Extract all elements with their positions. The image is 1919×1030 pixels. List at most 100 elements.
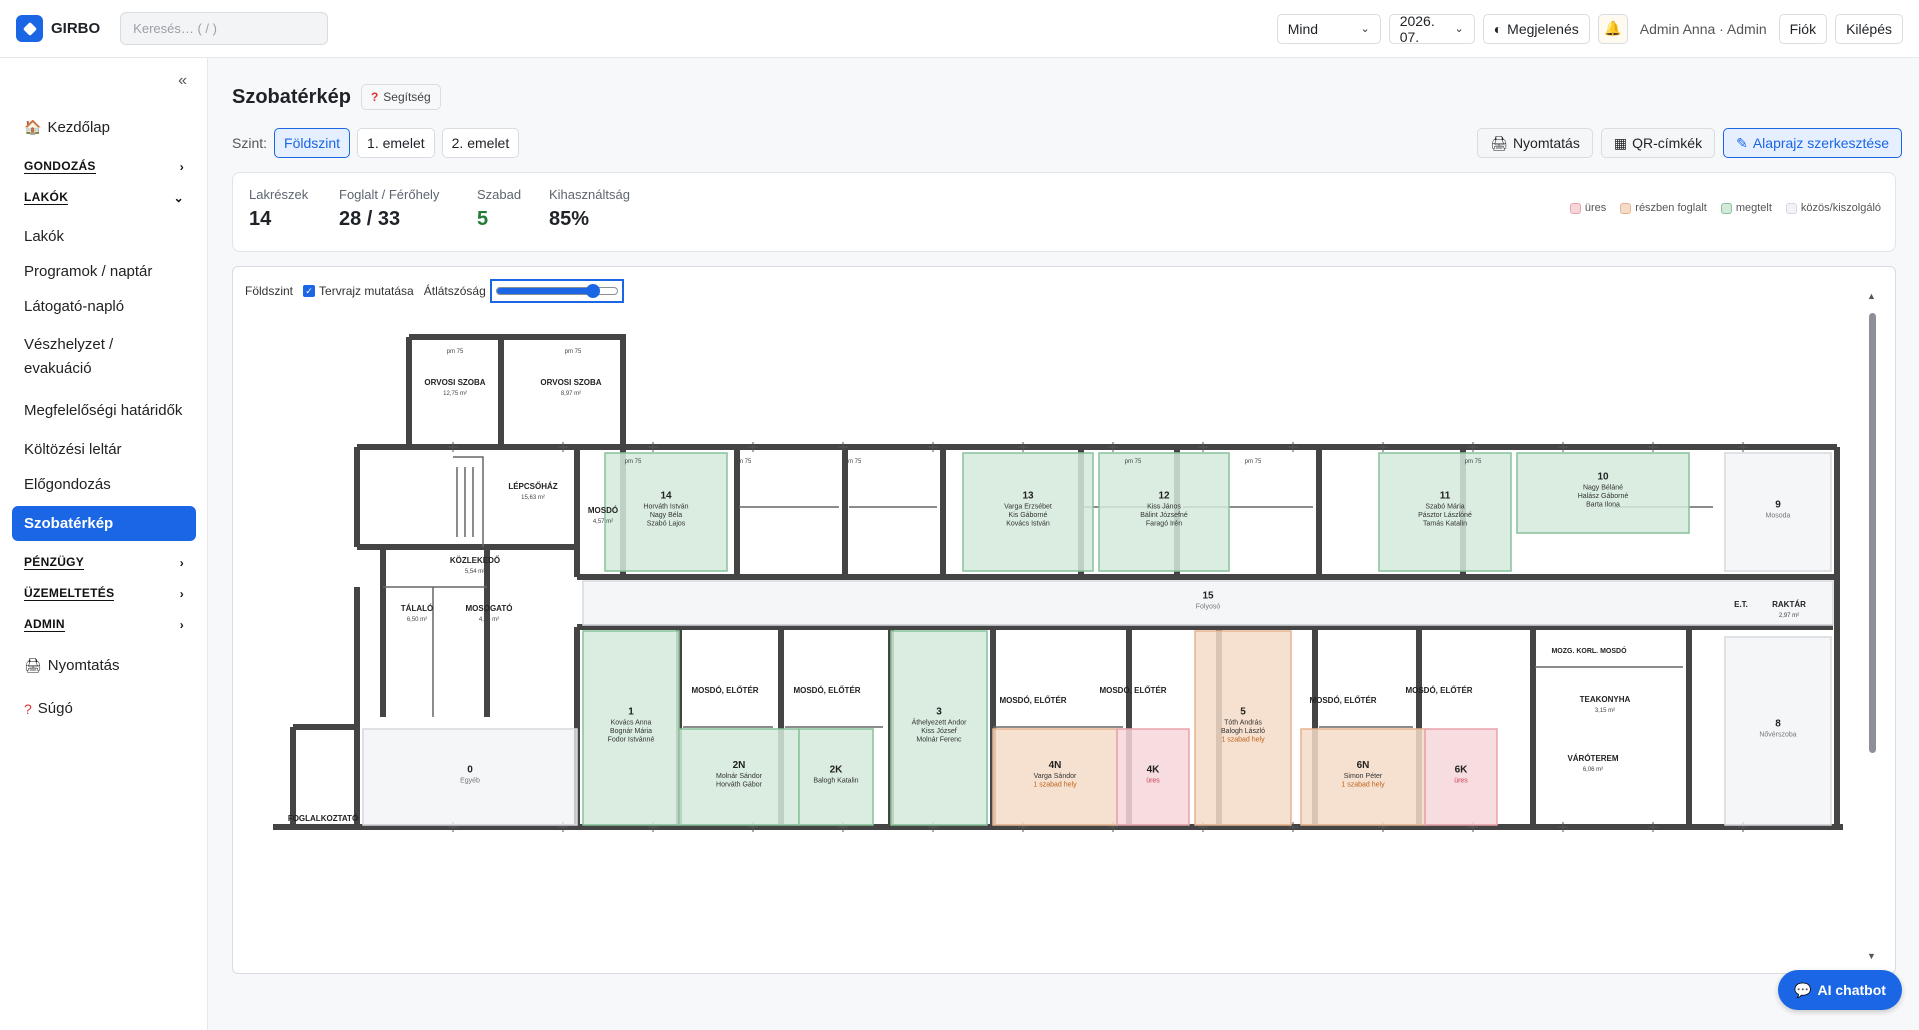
print-button[interactable]: 🖨 Nyomtatás bbox=[1477, 128, 1593, 158]
sidebar-item-programok[interactable]: Programok / naptár bbox=[12, 254, 196, 289]
room-6k[interactable]: 6K üres bbox=[1424, 728, 1498, 826]
question-icon: ? bbox=[370, 90, 379, 104]
room-number: 14 bbox=[660, 491, 672, 502]
room-number: 12 bbox=[1158, 491, 1170, 502]
notifications-button[interactable]: 🔔 bbox=[1597, 13, 1628, 44]
sidebar-item-home[interactable]: 🏠 Kezdőlap bbox=[12, 110, 196, 145]
dimension-mark bbox=[748, 442, 758, 452]
level-selector: Szint: Földszint 1. emelet 2. emelet bbox=[232, 128, 520, 158]
stat-label: Lakrészek bbox=[249, 187, 309, 202]
account-button[interactable]: Fiók bbox=[1778, 13, 1828, 44]
room-number: 1 bbox=[628, 707, 634, 718]
plan-label: KÖZLEKEDŐ bbox=[450, 556, 500, 565]
sidebar-section-admin[interactable]: ADMIN › bbox=[12, 609, 196, 640]
room-resident: Horváth Gábor bbox=[716, 782, 763, 789]
room-resident: Nagy Béla bbox=[650, 512, 682, 519]
legend-empty: üres bbox=[1569, 202, 1606, 214]
room-4n[interactable]: 4N Varga Sándor 1 szabad hely bbox=[992, 728, 1118, 826]
room-number: 8 bbox=[1775, 719, 1781, 730]
collapse-sidebar-icon[interactable]: « bbox=[178, 72, 187, 90]
room-3[interactable]: 3Áthelyezett AndorKiss József Molnár Fere… bbox=[890, 630, 988, 826]
plan-label: 12,75 m² bbox=[443, 391, 467, 397]
check-icon: ✓ bbox=[303, 285, 316, 297]
sidebar-item-megfelelosegi[interactable]: Megfelelőségi határidők bbox=[12, 390, 196, 432]
floorplan-panel: Földszint ✓ Tervrajz mutatása Átlátszóság bbox=[232, 266, 1896, 974]
sidebar-item-nyomtatas[interactable]: 🖨 Nyomtatás bbox=[12, 648, 196, 683]
room-15[interactable]: 15 Folyosó bbox=[582, 580, 1834, 626]
room-resident: Kovács István bbox=[1006, 521, 1050, 528]
dimension-mark bbox=[1558, 442, 1568, 452]
plan-label: pm 75 bbox=[845, 459, 862, 465]
chat-icon: 💬 bbox=[1794, 981, 1812, 998]
sidebar-item-szobaterkep[interactable]: Szobatérkép bbox=[12, 506, 196, 541]
plan-label: pm 75 bbox=[1465, 459, 1482, 465]
floorplan-level-label: Földszint bbox=[245, 284, 294, 298]
opacity-slider[interactable] bbox=[489, 279, 624, 303]
tab-1-emelet[interactable]: 1. emelet bbox=[357, 128, 435, 158]
tab-2-emelet[interactable]: 2. emelet bbox=[441, 128, 520, 158]
printer-icon: 🖨 bbox=[1490, 134, 1508, 151]
month-select[interactable]: 2026. 07. ⌄ bbox=[1388, 13, 1475, 45]
sidebar-section-lakok[interactable]: LAKÓK ⌄ bbox=[12, 182, 196, 213]
room-0[interactable]: 0 Egyéb bbox=[362, 728, 578, 826]
chevron-right-icon: › bbox=[179, 617, 184, 632]
room-resident: Tóth András bbox=[1224, 720, 1262, 727]
scroll-down-icon[interactable]: ▼ bbox=[1867, 951, 1876, 961]
scroll-up-icon[interactable]: ▲ bbox=[1867, 291, 1876, 301]
room-resident: Molnár Sándor bbox=[716, 773, 763, 780]
tab-foldszint[interactable]: Földszint bbox=[274, 128, 351, 158]
room-12[interactable]: 12 Kiss JánosBálint Józsefné Faragó Irén bbox=[1098, 452, 1230, 572]
stats-panel: Lakrészek 14 Foglalt / Férőhely 28 / 33 Sz… bbox=[232, 172, 1896, 252]
room-resident: Horváth István bbox=[643, 504, 688, 511]
sidebar-item-lakok[interactable]: Lakók bbox=[12, 219, 196, 254]
qr-labels-button[interactable]: ▦ QR-címkék bbox=[1600, 128, 1716, 158]
room-9[interactable]: 9 Mosoda bbox=[1724, 452, 1832, 572]
ai-chatbot-button[interactable]: 💬 AI chatbot bbox=[1778, 970, 1902, 1010]
room-6n[interactable]: 6N Simon Péter 1 szabad hely bbox=[1300, 728, 1426, 826]
plan-label: pm 75 bbox=[735, 459, 752, 465]
room-8[interactable]: 8 Nővérszoba bbox=[1724, 636, 1832, 826]
room-2n[interactable]: 2N Molnár Sándor Horváth Gábor bbox=[678, 728, 800, 826]
sidebar-item-koltozesi[interactable]: Költözési leltár bbox=[12, 432, 196, 467]
dimension-mark bbox=[448, 442, 458, 452]
chevron-down-icon: ⌄ bbox=[1454, 23, 1464, 35]
room-14[interactable]: 14 Horváth IstvánNagy Béla Szabó Lajos bbox=[604, 452, 728, 572]
room-13[interactable]: 13 Varga ErzsébetKis Gáborné Kovács István bbox=[962, 452, 1094, 572]
room-resident: Tamás Katalin bbox=[1423, 521, 1467, 528]
plan-label: MOSDÓ, ELŐTÉR bbox=[999, 696, 1066, 705]
app-logo[interactable]: GIRBO bbox=[16, 15, 100, 42]
room-11[interactable]: 11 Szabó MáriaPásztor Lászlóné Tamás Katal… bbox=[1378, 452, 1512, 572]
room-1[interactable]: 1 Kovács AnnaBognár Mária Fodor Istvánné bbox=[582, 630, 680, 826]
legend-partial: részben foglalt bbox=[1620, 202, 1707, 214]
room-note: 1 szabad hely bbox=[1341, 782, 1385, 789]
sidebar-section-penzugy[interactable]: PÉNZÜGY › bbox=[12, 547, 196, 578]
slider-handle[interactable] bbox=[585, 284, 600, 298]
floorplan-scrollbar[interactable]: ▲ ▼ bbox=[1867, 291, 1877, 961]
scrollbar-thumb[interactable] bbox=[1869, 313, 1876, 753]
sidebar-item-veszhelyzet[interactable]: Vészhelyzet / evakuáció bbox=[12, 324, 196, 390]
plan-label: 6,50 m² bbox=[407, 617, 427, 623]
sidebar-item-elogondozas[interactable]: Előgondozás bbox=[12, 467, 196, 502]
sidebar-item-sugo[interactable]: ? Súgó bbox=[12, 691, 196, 726]
edit-floorplan-button[interactable]: ✎ Alaprajz szerkesztése bbox=[1723, 128, 1902, 158]
show-plan-checkbox[interactable]: ✓ Tervrajz mutatása bbox=[303, 284, 414, 298]
sidebar-section-gondozas[interactable]: GONDOZÁS › bbox=[12, 151, 196, 182]
search-input[interactable] bbox=[120, 12, 329, 45]
legend-swatch bbox=[1569, 202, 1581, 214]
sidebar-item-latogato[interactable]: Látogató-napló bbox=[12, 289, 196, 324]
room-number: 3 bbox=[936, 707, 942, 718]
room-resident: Varga Sándor bbox=[1034, 773, 1077, 780]
grid-icon: ▦ bbox=[1613, 134, 1628, 151]
filter-select[interactable]: Mind ⌄ bbox=[1276, 13, 1381, 44]
room-2k[interactable]: 2K Balogh Katalin bbox=[798, 728, 874, 826]
room-10[interactable]: 10 Nagy BélánéHalász Gáborné Barta Ilona bbox=[1516, 452, 1690, 534]
room-resident: Halász Gáborné bbox=[1578, 493, 1629, 500]
room-4k[interactable]: 4K üres bbox=[1116, 728, 1190, 826]
sidebar-section-uzemeltetes[interactable]: ÜZEMELTETÉS › bbox=[12, 578, 196, 609]
stat-value: 14 bbox=[249, 208, 272, 230]
stat-units: Lakrészek 14 bbox=[249, 187, 308, 231]
help-button[interactable]: ? Segítség bbox=[360, 84, 441, 110]
appearance-button[interactable]: ◐ Megjelenés bbox=[1482, 13, 1590, 44]
logout-button[interactable]: Kilépés bbox=[1835, 13, 1903, 44]
room-5[interactable]: 5 Tóth AndrásBalogh László 1 szabad hely bbox=[1194, 630, 1292, 826]
